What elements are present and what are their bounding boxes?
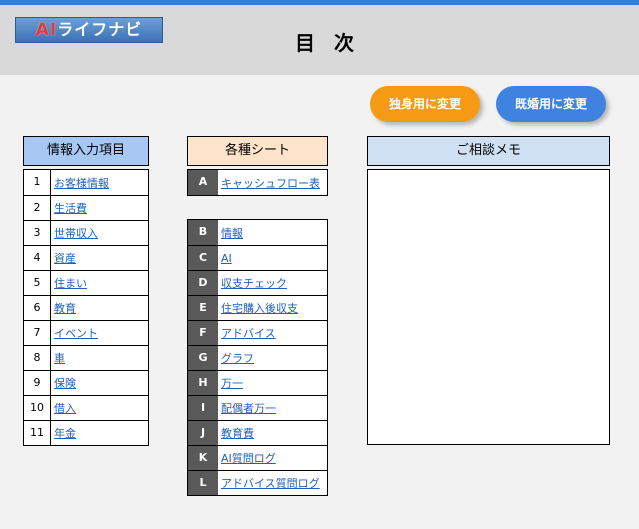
- sheet-letter: G: [188, 346, 218, 370]
- sheet-letter: I: [188, 396, 218, 420]
- info-row: 11 年金: [24, 420, 148, 445]
- sheet-link[interactable]: 配偶者万一: [218, 400, 276, 416]
- sheet-row: E 住宅購入後収支: [188, 295, 327, 320]
- sheet-link[interactable]: グラフ: [218, 350, 254, 366]
- info-link[interactable]: 年金: [51, 425, 76, 441]
- sheet-letter: C: [188, 246, 218, 270]
- sheet-row: J 教育費: [188, 420, 327, 445]
- sheet-link[interactable]: 情報: [218, 225, 243, 241]
- info-row: 1 お客様情報: [24, 170, 148, 195]
- info-link[interactable]: 保険: [51, 375, 76, 391]
- info-row-number: 3: [24, 221, 51, 245]
- info-link[interactable]: 住まい: [51, 275, 87, 291]
- info-row-number: 8: [24, 346, 51, 370]
- sheet-letter: L: [188, 471, 218, 495]
- info-column-header: 情報入力項目: [23, 136, 149, 166]
- info-row: 7 イベント: [24, 320, 148, 345]
- sheet-letter: F: [188, 321, 218, 345]
- info-link[interactable]: お客様情報: [51, 175, 109, 191]
- memo-column-header: ご相談メモ: [367, 136, 610, 166]
- page-title: 目 次: [295, 31, 360, 55]
- sheet-link[interactable]: アドバイス質問ログ: [218, 475, 320, 491]
- consultation-memo-area[interactable]: [367, 169, 610, 445]
- sheet-row: H 万一: [188, 370, 327, 395]
- sheet-letter: J: [188, 421, 218, 445]
- info-row: 8車: [24, 345, 148, 370]
- sheet-link[interactable]: アドバイス: [218, 325, 276, 341]
- sheet-link[interactable]: 収支チェック: [218, 275, 287, 291]
- info-row-number: 2: [24, 196, 51, 220]
- header-bar: AIライフナビ 目 次: [0, 5, 639, 75]
- sheet-letter: A: [188, 170, 218, 195]
- info-row-number: 6: [24, 296, 51, 320]
- sheet-row: A キャッシュフロー表: [188, 170, 327, 195]
- sheet-letter: H: [188, 371, 218, 395]
- info-row-number: 10: [24, 396, 51, 420]
- sheet-link[interactable]: AI質問ログ: [218, 450, 276, 466]
- switch-married-button[interactable]: 既婚用に変更: [496, 86, 606, 122]
- sheet-items-table: B 情報 C AI D 収支チェック E 住宅購入後収支 F アドバイス G グラフ H 万一…: [187, 219, 328, 496]
- sheet-letter: D: [188, 271, 218, 295]
- sheet-row: K AI質問ログ: [188, 445, 327, 470]
- info-row-number: 9: [24, 371, 51, 395]
- info-row: 2 生活費: [24, 195, 148, 220]
- info-row: 5 住まい: [24, 270, 148, 295]
- sheet-link[interactable]: AI: [218, 252, 232, 265]
- info-row-number: 5: [24, 271, 51, 295]
- sheet-link[interactable]: 住宅購入後収支: [218, 300, 298, 316]
- info-row: 4 資産: [24, 245, 148, 270]
- info-row-number: 1: [24, 170, 51, 195]
- info-row: 9 保険: [24, 370, 148, 395]
- sheet-letter: K: [188, 446, 218, 470]
- sheet-link[interactable]: 万一: [218, 375, 243, 391]
- info-link[interactable]: 借入: [51, 400, 76, 416]
- info-link[interactable]: 生活費: [51, 200, 87, 216]
- info-link[interactable]: 資産: [51, 250, 76, 266]
- sheet-letter: B: [188, 220, 218, 245]
- sheet-letter: E: [188, 296, 218, 320]
- info-items-table: 1 お客様情報 2 生活費 3 世帯収入 4 資産 5 住まい 6 教育 7 イベント 8車 …: [23, 169, 149, 446]
- sheet-link[interactable]: 教育費: [218, 425, 254, 441]
- info-row-number: 11: [24, 421, 51, 445]
- sheet-row: I 配偶者万一: [188, 395, 327, 420]
- switch-single-button[interactable]: 独身用に変更: [370, 86, 480, 122]
- sheet-row: C AI: [188, 245, 327, 270]
- info-row-number: 7: [24, 321, 51, 345]
- sheet-row: F アドバイス: [188, 320, 327, 345]
- info-link[interactable]: 世帯収入: [51, 225, 98, 241]
- sheet-row: B 情報: [188, 220, 327, 245]
- info-row: 10 借入: [24, 395, 148, 420]
- info-link[interactable]: イベント: [51, 325, 98, 341]
- sheet-row: D 収支チェック: [188, 270, 327, 295]
- sheets-column-header: 各種シート: [187, 136, 328, 166]
- sheet-link[interactable]: キャッシュフロー表: [218, 175, 320, 191]
- info-link[interactable]: 車: [51, 350, 65, 366]
- info-row-number: 4: [24, 246, 51, 270]
- sheet-row: G グラフ: [188, 345, 327, 370]
- sheet-row: L アドバイス質問ログ: [188, 470, 327, 495]
- info-row: 3 世帯収入: [24, 220, 148, 245]
- info-row: 6 教育: [24, 295, 148, 320]
- info-link[interactable]: 教育: [51, 300, 76, 316]
- sheet-a-table: A キャッシュフロー表: [187, 169, 328, 196]
